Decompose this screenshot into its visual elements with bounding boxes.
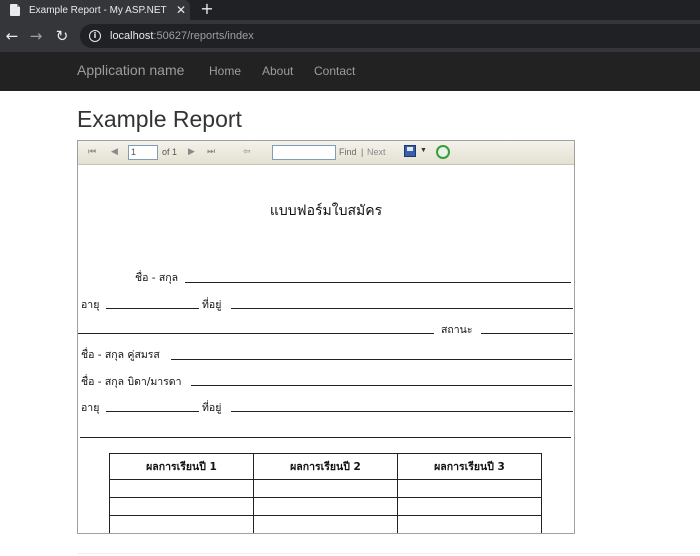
table-header-year-3: ผลการเรียนปี 3 xyxy=(397,453,542,480)
table-row xyxy=(109,515,542,533)
refresh-icon[interactable] xyxy=(436,145,450,159)
status-line xyxy=(481,333,573,334)
table-header-year-1: ผลการเรียนปี 1 xyxy=(109,453,254,480)
report-viewer: ⏮ ◀ 1 of 1 ▶ ⏭ ⇦ Find | Next ▼ แบบฟอร์มใ… xyxy=(77,140,575,534)
footer-divider xyxy=(77,553,700,554)
find-link[interactable]: Find xyxy=(339,147,357,157)
page-number-input[interactable]: 1 xyxy=(128,145,158,160)
table-cell xyxy=(397,479,542,498)
next-page-icon[interactable]: ▶ xyxy=(188,146,195,157)
url-host: localhost xyxy=(110,30,154,42)
address-continuation-line xyxy=(78,333,434,334)
new-tab-button[interactable]: + xyxy=(198,0,216,20)
spouse-name-label: ชื่อ - สกุล คู่สมรส xyxy=(81,349,160,361)
address-line-2 xyxy=(231,411,573,412)
table-cell xyxy=(397,515,542,533)
table-header-year-2: ผลการเรียนปี 2 xyxy=(253,453,398,480)
address-line xyxy=(231,308,573,309)
url-path: :50627/reports/index xyxy=(153,30,254,42)
forward-arrow-icon[interactable]: → xyxy=(26,26,46,46)
table-cell xyxy=(109,479,254,498)
browser-tab[interactable]: Example Report - My ASP.NET Ap ✕ xyxy=(0,0,190,20)
browser-tab-strip: Example Report - My ASP.NET Ap ✕ + xyxy=(0,0,700,20)
parent-name-line xyxy=(191,385,572,386)
nav-link-home[interactable]: Home xyxy=(209,64,241,78)
first-page-icon[interactable]: ⏮ xyxy=(88,146,96,157)
close-icon[interactable]: ✕ xyxy=(175,3,187,17)
table-cell xyxy=(109,515,254,533)
page-count-label: of 1 xyxy=(162,147,178,157)
previous-page-icon[interactable]: ◀ xyxy=(111,146,118,157)
toolbar-separator: | xyxy=(361,147,364,157)
find-text-input[interactable] xyxy=(272,145,336,160)
tab-title: Example Report - My ASP.NET Ap xyxy=(29,4,167,16)
age-line xyxy=(106,308,199,309)
site-navbar: Application name Home About Contact xyxy=(0,52,700,91)
table-cell xyxy=(253,515,398,533)
age-label-2: อายุ xyxy=(81,402,100,414)
address-label-2: ที่อยู่ xyxy=(202,402,222,414)
export-save-icon[interactable] xyxy=(404,145,416,157)
spouse-name-line xyxy=(171,359,572,360)
report-page: แบบฟอร์มใบสมัคร ชื่อ - สกุล อายุ ที่อยู่… xyxy=(78,166,574,533)
table-row xyxy=(109,479,542,498)
table-header-row: ผลการเรียนปี 1 ผลการเรียนปี 2 ผลการเรียน… xyxy=(109,453,542,480)
table-cell xyxy=(397,497,542,516)
grades-table: ผลการเรียนปี 1 ผลการเรียนปี 2 ผลการเรียน… xyxy=(109,453,542,533)
page-title: Example Report xyxy=(77,106,242,132)
back-to-parent-icon[interactable]: ⇦ xyxy=(243,146,251,157)
reload-icon[interactable]: ↻ xyxy=(52,26,72,46)
table-cell xyxy=(253,497,398,516)
page-icon xyxy=(10,4,20,16)
find-next-link[interactable]: Next xyxy=(367,147,386,157)
age-label: อายุ xyxy=(81,299,100,311)
table-row xyxy=(109,497,542,516)
back-arrow-icon[interactable]: ← xyxy=(2,26,22,46)
full-width-line xyxy=(80,437,571,438)
parent-name-label: ชื่อ - สกุล บิดา/มารดา xyxy=(81,376,182,388)
address-label: ที่อยู่ xyxy=(202,299,222,311)
age-line-2 xyxy=(106,411,199,412)
name-label: ชื่อ - สกุล xyxy=(135,272,179,284)
brand-link[interactable]: Application name xyxy=(77,62,184,78)
chevron-down-icon[interactable]: ▼ xyxy=(420,147,427,154)
report-toolbar: ⏮ ◀ 1 of 1 ▶ ⏭ ⇦ Find | Next ▼ xyxy=(78,141,574,165)
url-text: localhost:50627/reports/index xyxy=(110,30,254,42)
name-line xyxy=(185,282,571,283)
info-icon[interactable]: i xyxy=(89,30,101,42)
status-label: สถานะ xyxy=(441,324,473,336)
table-cell xyxy=(109,497,254,516)
nav-link-about[interactable]: About xyxy=(262,64,293,78)
nav-link-contact[interactable]: Contact xyxy=(314,64,355,78)
table-cell xyxy=(253,479,398,498)
report-form-title: แบบฟอร์มใบสมัคร xyxy=(269,203,383,219)
last-page-icon[interactable]: ⏭ xyxy=(207,146,215,157)
browser-toolbar: ← → ↻ i localhost:50627/reports/index xyxy=(0,20,700,52)
address-bar[interactable]: i localhost:50627/reports/index xyxy=(80,24,700,48)
